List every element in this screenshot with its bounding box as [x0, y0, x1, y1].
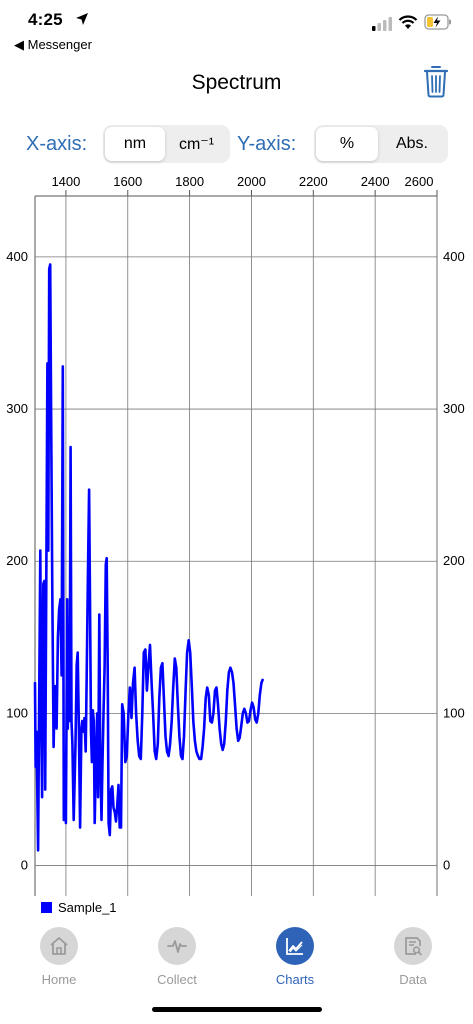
y-tick-label-left: 400	[6, 249, 28, 264]
y-tick-label-left: 0	[21, 858, 28, 873]
tab-charts[interactable]: Charts	[250, 927, 340, 987]
trash-icon[interactable]	[423, 64, 449, 98]
document-search-icon	[394, 927, 432, 965]
battery-charging-icon	[424, 14, 451, 30]
y-axis-label: Y-axis:	[237, 133, 297, 155]
y-axis-option-percent[interactable]: %	[316, 127, 378, 161]
legend-label: Sample_1	[58, 900, 117, 915]
x-axis-label: X-axis:	[26, 133, 88, 155]
x-tick-label: 2000	[237, 174, 266, 189]
y-tick-label-right: 200	[443, 553, 465, 568]
x-tick-label: 2400	[361, 174, 390, 189]
y-axis-option-abs[interactable]: Abs.	[378, 127, 446, 161]
y-axis-segmented-control: % Abs.	[314, 125, 448, 163]
tab-home[interactable]: Home	[14, 927, 104, 987]
x-axis-option-nm[interactable]: nm	[105, 127, 165, 161]
back-to-app-link[interactable]: ◀ Messenger	[14, 37, 92, 53]
tab-data[interactable]: Data	[368, 927, 458, 987]
y-tick-label-left: 300	[6, 401, 28, 416]
chart-series	[33, 263, 264, 852]
page-title: Spectrum	[191, 71, 282, 94]
tab-home-label: Home	[41, 972, 77, 987]
location-arrow-icon	[76, 13, 88, 25]
tab-charts-label: Charts	[275, 972, 315, 987]
x-tick-label: 1600	[113, 174, 142, 189]
home-indicator	[152, 1007, 322, 1012]
spectrum-chart[interactable]: 1400 1600 1800 2000 2200 2400 2600 0 0 100 100 200 2…	[0, 170, 473, 905]
series-line-0	[33, 263, 264, 852]
status-time: 4:25	[28, 10, 63, 29]
x-tick-label: 2200	[299, 174, 328, 189]
x-axis-option-wavenumber[interactable]: cm⁻¹	[165, 127, 228, 161]
y-tick-label-right: 300	[443, 401, 465, 416]
wifi-icon	[398, 15, 418, 29]
x-tick-label: 1800	[175, 174, 204, 189]
y-tick-label-left: 200	[6, 553, 28, 568]
y-tick-label-left: 100	[6, 705, 28, 720]
home-icon	[40, 927, 78, 965]
pulse-icon	[158, 927, 196, 965]
tab-data-label: Data	[399, 972, 427, 987]
x-tick-label: 1400	[51, 174, 80, 189]
cellular-signal-icon	[372, 17, 392, 31]
legend-swatch	[41, 902, 52, 913]
y-tick-label-right: 400	[443, 249, 465, 264]
x-tick-label: 2600	[405, 174, 434, 189]
tab-collect[interactable]: Collect	[132, 927, 222, 987]
x-axis-segmented-control: nm cm⁻¹	[103, 125, 230, 163]
y-tick-label-right: 100	[443, 705, 465, 720]
tab-collect-label: Collect	[157, 972, 197, 987]
y-tick-label-right: 0	[443, 858, 450, 873]
line-chart-icon	[276, 927, 314, 965]
